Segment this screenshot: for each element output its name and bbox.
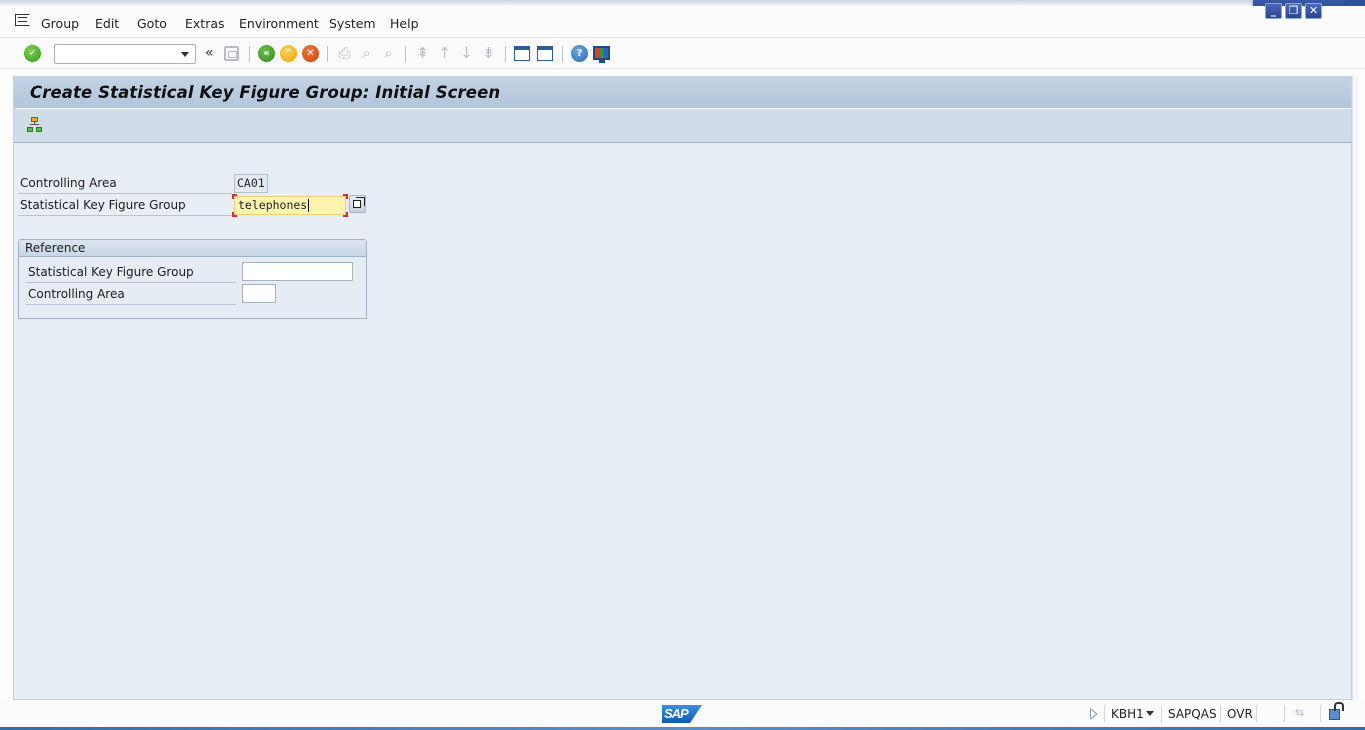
menu-edit[interactable]: Edit xyxy=(95,16,119,31)
lock-icon[interactable] xyxy=(1329,702,1344,720)
skf-group-input[interactable]: telephones xyxy=(234,196,346,215)
controlling-area-label: Controlling Area xyxy=(18,173,232,194)
page-title: Create Statistical Key Figure Group: Ini… xyxy=(30,83,501,102)
required-corner xyxy=(343,194,348,199)
find-next-icon[interactable]: ⌕ xyxy=(380,45,397,62)
status-separator xyxy=(1284,705,1285,722)
value-help-button[interactable] xyxy=(349,195,366,213)
reference-group-title: Reference xyxy=(19,240,366,257)
command-field[interactable] xyxy=(54,44,196,64)
skf-group-value: telephones xyxy=(238,198,308,212)
status-separator xyxy=(1256,705,1257,722)
controlling-area-field[interactable]: CA01 xyxy=(234,174,268,193)
vertical-scrollbar[interactable] xyxy=(1352,76,1358,700)
text-cursor xyxy=(308,199,310,212)
toolbar-separator xyxy=(405,46,406,62)
title-bar: Create Statistical Key Figure Group: Ini… xyxy=(14,77,1351,109)
exit-icon[interactable]: ⌃ xyxy=(280,45,297,62)
enter-check-icon[interactable]: ✓ xyxy=(24,45,41,62)
status-separator xyxy=(1161,705,1162,722)
help-icon[interactable]: ? xyxy=(571,45,588,62)
system-menu-icon[interactable] xyxy=(15,14,29,26)
cancel-icon[interactable]: ✕ xyxy=(302,45,319,62)
menu-goto[interactable]: Goto xyxy=(137,16,167,31)
toolbar-separator xyxy=(249,46,250,62)
required-corner xyxy=(232,212,237,217)
next-page-icon[interactable]: ↓ xyxy=(458,45,475,62)
back-icon[interactable]: « xyxy=(258,45,275,62)
menu-environment[interactable]: Environment xyxy=(239,16,319,31)
print-icon[interactable]: ⎙ xyxy=(336,45,353,62)
toolbar-separator xyxy=(327,46,328,62)
controlling-area-row: Controlling Area CA01 xyxy=(18,173,278,194)
status-bar: SAP KBH1 SAPQAS OVR ⇆ xyxy=(0,700,1365,727)
minimize-button[interactable]: _ xyxy=(1265,3,1282,19)
status-separator xyxy=(1220,705,1221,722)
expand-status-icon[interactable] xyxy=(1090,708,1098,720)
toolbar-separator xyxy=(505,46,506,62)
last-page-icon[interactable]: ⇟ xyxy=(480,45,497,62)
new-session-icon[interactable] xyxy=(514,46,530,61)
collapse-command-field-icon[interactable]: « xyxy=(205,45,214,61)
customize-layout-icon[interactable] xyxy=(593,46,610,63)
restore-button[interactable]: ❐ xyxy=(1285,3,1302,19)
main-frame: Create Statistical Key Figure Group: Ini… xyxy=(13,76,1352,700)
input-mode[interactable]: OVR xyxy=(1227,707,1253,721)
reference-group: Reference Statistical Key Figure Group C… xyxy=(18,239,367,319)
find-icon[interactable]: ⌕ xyxy=(358,45,375,62)
status-separator xyxy=(1320,705,1321,722)
transaction-code: KBH1 xyxy=(1111,707,1144,721)
ref-skf-group-input[interactable] xyxy=(242,262,353,281)
required-corner xyxy=(232,194,237,199)
previous-page-icon[interactable]: ↑ xyxy=(436,45,453,62)
command-field-dropdown-icon[interactable] xyxy=(181,52,189,57)
skf-group-label: Statistical Key Figure Group xyxy=(18,195,232,216)
value-help-icon xyxy=(353,197,365,208)
required-corner xyxy=(343,212,348,217)
first-page-icon[interactable]: ⇞ xyxy=(414,45,431,62)
menu-extras[interactable]: Extras xyxy=(185,16,225,31)
ref-skf-group-label: Statistical Key Figure Group xyxy=(26,262,236,283)
save-icon[interactable] xyxy=(224,46,239,61)
system-name: SAPQAS xyxy=(1168,707,1217,721)
ref-controlling-area-row: Controlling Area xyxy=(26,284,362,305)
toolbar-separator xyxy=(562,46,563,62)
ref-controlling-area-label: Controlling Area xyxy=(26,284,236,305)
menu-system[interactable]: System xyxy=(329,16,376,31)
shortcut-icon[interactable] xyxy=(537,46,553,61)
menu-help[interactable]: Help xyxy=(390,16,419,31)
status-separator xyxy=(1104,705,1105,722)
ref-controlling-area-input[interactable] xyxy=(242,284,276,303)
standard-toolbar: ✓ « « ⌃ ✕ ⎙ ⌕ ⌕ ⇞ ↑ ↓ ⇟ ? xyxy=(0,39,1365,69)
close-button[interactable]: ✕ xyxy=(1305,3,1322,19)
transaction-dropdown-icon[interactable] xyxy=(1146,711,1154,716)
ref-skf-group-row: Statistical Key Figure Group xyxy=(26,262,362,283)
skf-group-row: Statistical Key Figure Group telephones xyxy=(18,194,368,217)
menu-bar: Group Edit Goto Extras Environment Syste… xyxy=(0,6,1365,38)
application-toolbar xyxy=(14,109,1351,143)
sap-logo: SAP xyxy=(662,705,702,723)
hierarchy-icon[interactable] xyxy=(27,117,42,132)
menu-group[interactable]: Group xyxy=(41,16,79,31)
transfer-icon: ⇆ xyxy=(1295,706,1305,719)
